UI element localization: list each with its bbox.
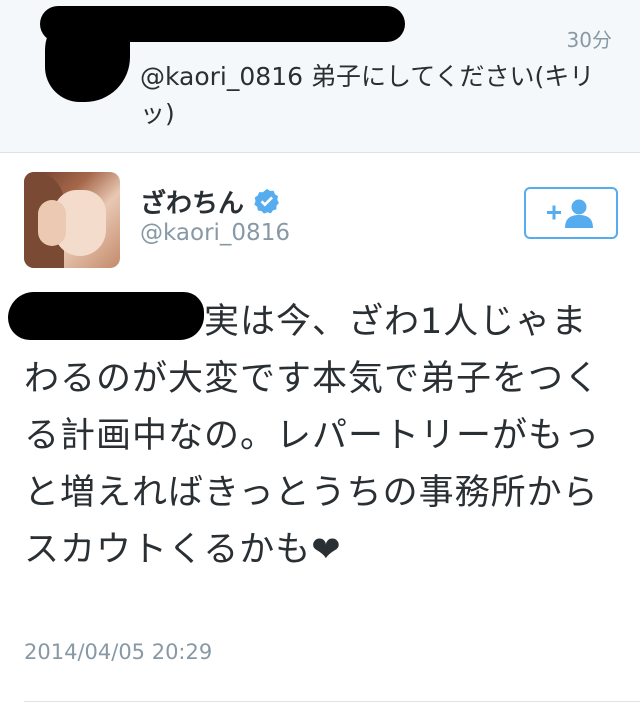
author-name-row[interactable]: ざわちん (140, 183, 282, 220)
context-tweet-time: 30分 (566, 28, 612, 52)
add-user-icon (547, 199, 593, 228)
avatar[interactable] (24, 172, 120, 268)
tweet-text: 実は今、ざわ1人じゃまわるのが大変です本気で弟子をつくる計画中なの。レパートリー… (24, 302, 601, 570)
tweet-detail-screen: 30分 @kaori_0816 弟子にしてください(キリッ) ざわちん @kao… (0, 0, 640, 702)
author-handle[interactable]: @kaori_0816 (140, 220, 290, 246)
author-display-name[interactable]: ざわちん (140, 183, 244, 220)
verified-badge-icon (254, 188, 279, 214)
redaction-mark (40, 6, 405, 42)
context-reply-tweet[interactable]: 30分 @kaori_0816 弟子にしてください(キリッ) (0, 0, 640, 153)
context-tweet-text: @kaori_0816 弟子にしてください(キリッ) (140, 62, 595, 128)
follow-button[interactable] (524, 187, 618, 239)
tweet-timestamp: 2014/04/05 20:29 (24, 640, 213, 664)
